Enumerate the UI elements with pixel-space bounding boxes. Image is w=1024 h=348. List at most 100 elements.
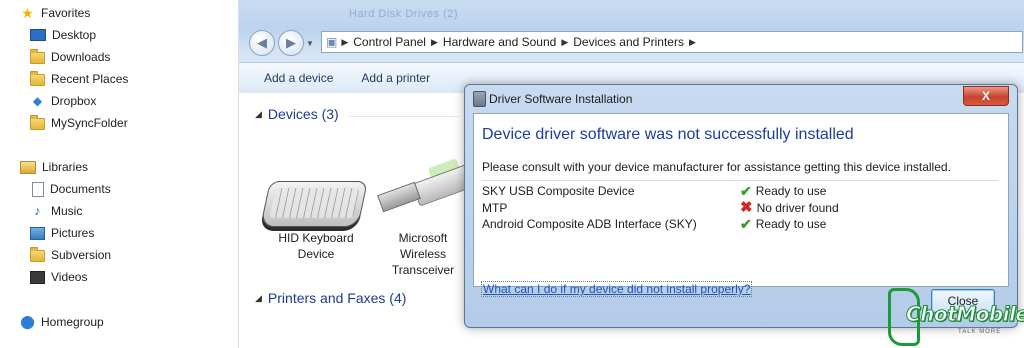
homegroup-icon: ⬤ [20,314,35,329]
nav-mysyncfolder[interactable]: MySyncFolder [30,113,128,133]
breadcrumb-devices-and-printers[interactable]: Devices and Printers [568,35,689,49]
nav-dropbox-label: Dropbox [51,94,97,108]
pictures-icon [30,226,45,240]
back-button[interactable]: ◀ [249,30,275,56]
device-status-row: MTP ✖ No driver found [482,199,1002,217]
device-name: MTP [482,201,508,215]
nav-music[interactable]: ♪ Music [30,201,82,221]
breadcrumb-chevron-icon[interactable]: ▶ [431,37,438,48]
checkmark-icon: ✔ [740,183,752,199]
sync-folder-icon [30,115,45,130]
control-panel-icon: ▣ [326,35,338,49]
recent-places-folder-icon [30,71,45,86]
nav-homegroup-label: Homegroup [41,315,104,329]
star-icon: ★ [21,5,34,21]
wireless-transceiver-label-line3: Transceiver [391,263,455,277]
add-device-button[interactable]: Add a device [239,71,347,85]
subversion-folder-icon [30,247,45,262]
forward-arrow-icon: ▶ [286,35,296,50]
nav-homegroup[interactable]: ⬤ Homegroup [20,312,104,332]
device-status-label: Ready to use [755,217,827,231]
music-icon: ♪ [34,203,41,218]
device-status-label: No driver found [756,201,839,215]
add-printer-button[interactable]: Add a printer [347,71,444,85]
devices-group-label: Devices (3) [267,106,339,122]
breadcrumb-chevron-icon[interactable]: ▶ [561,37,568,48]
breadcrumb-chevron-icon[interactable]: ▶ [689,37,696,48]
nav-mysyncfolder-label: MySyncFolder [51,116,128,130]
nav-desktop[interactable]: Desktop [30,25,96,45]
ghost-title: Hard Disk Drives (2) [349,8,459,20]
keyboard-icon [260,181,368,227]
usb-plug-icon [377,181,421,213]
nav-recent-places[interactable]: Recent Places [30,69,128,89]
collapse-triangle-icon[interactable]: ◢ [255,109,262,120]
device-status: ✔ Ready to use [740,217,826,231]
downloads-folder-icon [30,49,45,64]
devices-group-header[interactable]: ◢ Devices (3) [255,106,339,122]
nav-libraries[interactable]: Libraries [20,157,88,177]
close-icon: X [981,89,990,103]
nav-documents-label: Documents [50,182,111,196]
nav-pictures[interactable]: Pictures [30,223,94,243]
device-status-row: SKY USB Composite Device ✔ Ready to use [482,184,1002,200]
error-x-icon: ✖ [740,199,753,216]
nav-videos-label: Videos [51,270,88,284]
hid-keyboard-label: HID Keyboard Device [261,230,371,262]
help-link[interactable]: What can I do if my device did not insta… [481,281,753,297]
nav-libraries-label: Libraries [42,160,89,174]
nav-recent-places-label: Recent Places [51,72,129,86]
device-status-label: Ready to use [755,184,827,198]
navigation-pane: ★ Favorites Desktop Downloads Recent Pla… [0,0,238,348]
forward-button[interactable]: ▶ [278,30,304,56]
nav-documents[interactable]: Documents [30,179,111,199]
dropbox-icon: ◆ [32,94,43,108]
device-name: SKY USB Composite Device [482,184,635,198]
nav-subversion-label: Subversion [51,248,112,262]
nav-dropbox[interactable]: ◆ Dropbox [30,91,96,111]
watermark-text: ChotMobile [905,302,1024,327]
dialog-title: Driver Software Installation [489,92,633,106]
dialog-body: Device driver software was not successfu… [473,113,1009,297]
documents-icon [32,181,44,197]
nav-downloads-label: Downloads [51,50,111,64]
nav-favorites[interactable]: ★ Favorites [20,3,90,23]
nav-favorites-label: Favorites [41,6,91,20]
desktop-icon [30,29,46,41]
breadcrumb-control-panel[interactable]: Control Panel [348,35,431,49]
breadcrumb-hardware-and-sound[interactable]: Hardware and Sound [438,35,561,49]
watermark-logo: ChotMobile TALK MORE [888,288,1024,346]
collapse-triangle-icon[interactable]: ◢ [255,293,262,304]
wireless-transceiver-label-line1: Microsoft [398,231,448,245]
watermark-subtext: TALK MORE [958,329,1002,335]
videos-icon [30,270,45,284]
libraries-icon [20,160,36,174]
back-arrow-icon: ◀ [257,35,267,50]
driver-icon [473,91,486,107]
wireless-transceiver-label-line2: Wireless [399,247,446,261]
hid-keyboard-label-line1: HID Keyboard [278,231,354,245]
device-status: ✔ Ready to use [740,184,826,198]
nav-subversion[interactable]: Subversion [30,245,111,265]
recent-pages-chevron-icon[interactable]: ▼ [306,39,314,48]
nav-pictures-label: Pictures [51,226,95,240]
dialog-message: Please consult with your device manufact… [482,160,951,174]
dialog-separator [482,180,998,181]
device-name: Android Composite ADB Interface (SKY) [482,217,697,231]
printers-group-header[interactable]: ◢ Printers and Faxes (4) [255,290,406,306]
nav-music-label: Music [51,204,83,218]
wireless-transceiver-label: Microsoft Wireless Transceiver [379,230,467,278]
nav-videos[interactable]: Videos [30,267,87,287]
checkmark-icon: ✔ [740,216,752,232]
hid-keyboard-label-line2: Device [297,247,335,261]
printers-group-label: Printers and Faxes (4) [267,290,407,306]
address-bar[interactable]: ▣ ▶ Control Panel ▶ Hardware and Sound ▶… [321,31,1023,53]
device-status-row: Android Composite ADB Interface (SKY) ✔ … [482,217,1002,233]
device-status: ✖ No driver found [740,199,839,216]
dialog-close-button[interactable]: X [963,86,1009,106]
breadcrumb-chevron-icon[interactable]: ▶ [341,37,348,48]
nav-downloads[interactable]: Downloads [30,47,110,67]
group-divider [349,116,459,117]
dialog-heading: Device driver software was not successfu… [482,126,854,143]
nav-desktop-label: Desktop [52,28,97,42]
